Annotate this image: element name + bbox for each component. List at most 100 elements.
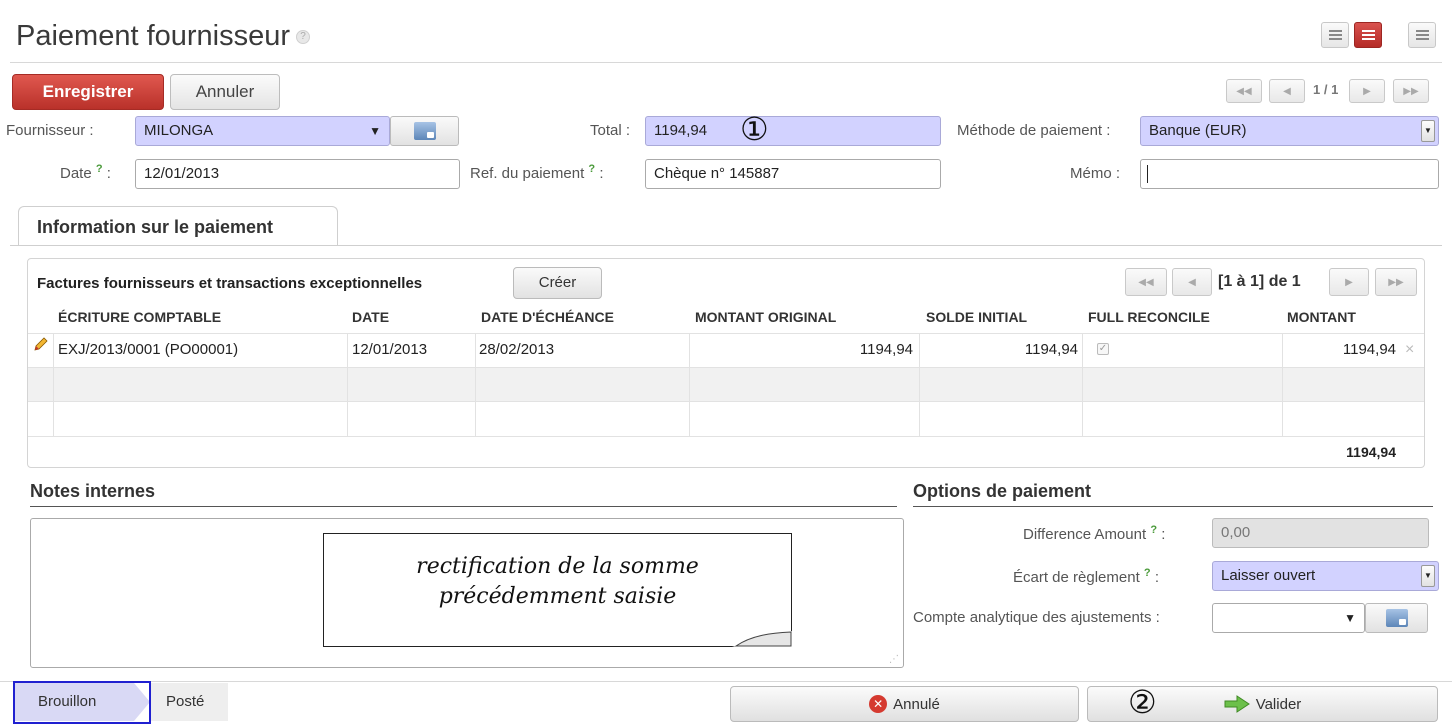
grid-pager-first-button[interactable]: ◀◀: [1125, 268, 1167, 296]
payment-ref-help-icon[interactable]: ?: [588, 163, 595, 175]
payment-method-select[interactable]: Banque (EUR) ▼: [1140, 116, 1439, 146]
analytic-open-button[interactable]: [1365, 603, 1428, 633]
select-arrow-icon[interactable]: ▼: [1421, 565, 1435, 587]
col-header-entry[interactable]: ÉCRITURE COMPTABLE: [58, 309, 221, 325]
cancel-x-icon: ✕: [869, 695, 888, 713]
delete-row-icon[interactable]: ×: [1405, 341, 1414, 359]
writeoff-label: Écart de règlement ? :: [1013, 567, 1159, 586]
stage-highlight: [13, 681, 151, 724]
pager-next-button[interactable]: ▶: [1349, 79, 1385, 103]
payment-ref-label: Ref. du paiement ? :: [470, 163, 604, 182]
pager-first-button[interactable]: ◀◀: [1226, 79, 1262, 103]
dropdown-arrow-icon[interactable]: ▼: [369, 117, 381, 145]
grid-column-divider: [689, 333, 690, 437]
cancel-payment-label: Annulé: [893, 695, 940, 713]
analytic-account-label: Compte analytique des ajustements :: [913, 609, 1160, 626]
full-reconcile-checkbox[interactable]: ✓: [1097, 343, 1109, 355]
next-page-icon: ▶: [1363, 85, 1371, 97]
payment-ref-label-text: Ref. du paiement: [470, 165, 585, 182]
cell-initial-balance: 1194,94: [1024, 341, 1078, 358]
tab-payment-information[interactable]: Information sur le paiement: [18, 206, 338, 246]
list-view-button[interactable]: [1321, 22, 1349, 48]
callout-line-1: rectification de la somme: [416, 554, 699, 579]
cell-date: 12/01/2013: [352, 341, 428, 358]
grid-pager-next-button[interactable]: ▶: [1329, 268, 1369, 296]
date-value: 12/01/2013: [144, 165, 220, 182]
kanban-view-icon: [1415, 30, 1429, 40]
supplier-open-button[interactable]: [390, 116, 459, 146]
total-label: Total :: [590, 122, 631, 139]
open-record-icon: [413, 122, 436, 140]
grid-pager-prev-button[interactable]: ◀: [1172, 268, 1212, 296]
next-page-icon: ▶: [1345, 276, 1353, 288]
prev-page-icon: ◀: [1283, 85, 1291, 97]
grid-column-divider: [1282, 333, 1283, 437]
grid-column-divider: [919, 333, 920, 437]
cancel-payment-button[interactable]: ✕ Annulé: [730, 686, 1079, 722]
select-arrow-icon[interactable]: ▼: [1421, 120, 1435, 142]
writeoff-value: Laisser ouvert: [1221, 567, 1316, 584]
form-view-button[interactable]: [1354, 22, 1382, 48]
col-header-amount[interactable]: MONTANT: [1287, 309, 1356, 325]
payment-ref-field[interactable]: Chèque n° 145887: [645, 159, 941, 189]
grid-pager-count: [1 à 1] de 1: [1218, 273, 1301, 290]
date-label: Date ? :: [60, 163, 111, 182]
grid-column-divider: [475, 333, 476, 437]
checkmark-icon: ✓: [1098, 343, 1108, 354]
save-button[interactable]: Enregistrer: [12, 74, 164, 110]
tab-divider: [10, 245, 1442, 246]
page-title: Paiement fournisseur?: [16, 20, 311, 53]
date-help-icon[interactable]: ?: [96, 163, 103, 175]
total-field[interactable]: 1194,94: [645, 116, 941, 146]
difference-help-icon[interactable]: ?: [1150, 524, 1157, 536]
options-heading: Options de paiement: [913, 481, 1092, 501]
validate-label: Valider: [1255, 695, 1302, 713]
col-header-due-date[interactable]: DATE D'ÉCHÉANCE: [481, 309, 614, 325]
col-header-full-reconcile[interactable]: FULL RECONCILE: [1088, 309, 1210, 325]
list-view-icon: [1328, 30, 1342, 40]
col-header-initial-balance[interactable]: SOLDE INITIAL: [926, 309, 1027, 325]
prev-page-icon: ◀: [1188, 276, 1196, 288]
payment-method-label: Méthode de paiement :: [957, 122, 1111, 139]
supplier-value: MILONGA: [144, 122, 214, 139]
grid-title: Factures fournisseurs et transactions ex…: [37, 275, 423, 292]
cell-amount[interactable]: 1194,94: [1290, 341, 1396, 358]
kanban-view-button[interactable]: [1408, 22, 1436, 48]
validate-arrow-icon: [1224, 695, 1250, 713]
pager-last-button[interactable]: ▶▶: [1393, 79, 1429, 103]
edit-pencil-icon[interactable]: [33, 336, 49, 352]
memo-field[interactable]: [1140, 159, 1439, 189]
dropdown-arrow-icon[interactable]: ▼: [1344, 604, 1356, 632]
page-title-text: Paiement fournisseur: [16, 20, 291, 52]
table-row-empty: [28, 401, 1424, 437]
open-record-icon: [1385, 609, 1408, 627]
stage-posted[interactable]: Posté: [150, 683, 228, 721]
writeoff-label-colon: :: [1154, 569, 1159, 586]
grid-pager-last-button[interactable]: ▶▶: [1375, 268, 1417, 296]
cancel-button[interactable]: Annuler: [170, 74, 280, 110]
resize-handle-icon[interactable]: ⋰: [889, 654, 899, 665]
col-header-date[interactable]: DATE: [352, 309, 389, 325]
supplier-field[interactable]: MILONGA ▼: [135, 116, 390, 146]
last-page-icon: ▶▶: [1388, 276, 1404, 288]
col-header-original-amount[interactable]: MONTANT ORIGINAL: [695, 309, 836, 325]
writeoff-help-icon[interactable]: ?: [1144, 567, 1151, 579]
difference-amount-label: Difference Amount ? :: [1023, 524, 1165, 543]
options-rule: [913, 506, 1433, 507]
title-divider: [10, 62, 1442, 63]
table-row-empty: [28, 367, 1424, 401]
pager-count: 1 / 1: [1313, 82, 1339, 97]
memo-label: Mémo :: [1070, 165, 1121, 182]
date-field[interactable]: 12/01/2013: [135, 159, 460, 189]
last-page-icon: ▶▶: [1403, 85, 1419, 97]
create-button[interactable]: Créer: [513, 267, 602, 299]
writeoff-select[interactable]: Laisser ouvert ▼: [1212, 561, 1439, 591]
help-icon[interactable]: ?: [296, 30, 311, 45]
date-label-text: Date: [60, 165, 92, 182]
difference-amount-label-text: Difference Amount: [1023, 526, 1147, 543]
grid-column-divider: [53, 333, 54, 437]
notes-rule: [30, 506, 897, 507]
analytic-account-field[interactable]: ▼: [1212, 603, 1365, 633]
cell-entry: EXJ/2013/0001 (PO00001): [58, 341, 239, 358]
pager-prev-button[interactable]: ◀: [1269, 79, 1305, 103]
